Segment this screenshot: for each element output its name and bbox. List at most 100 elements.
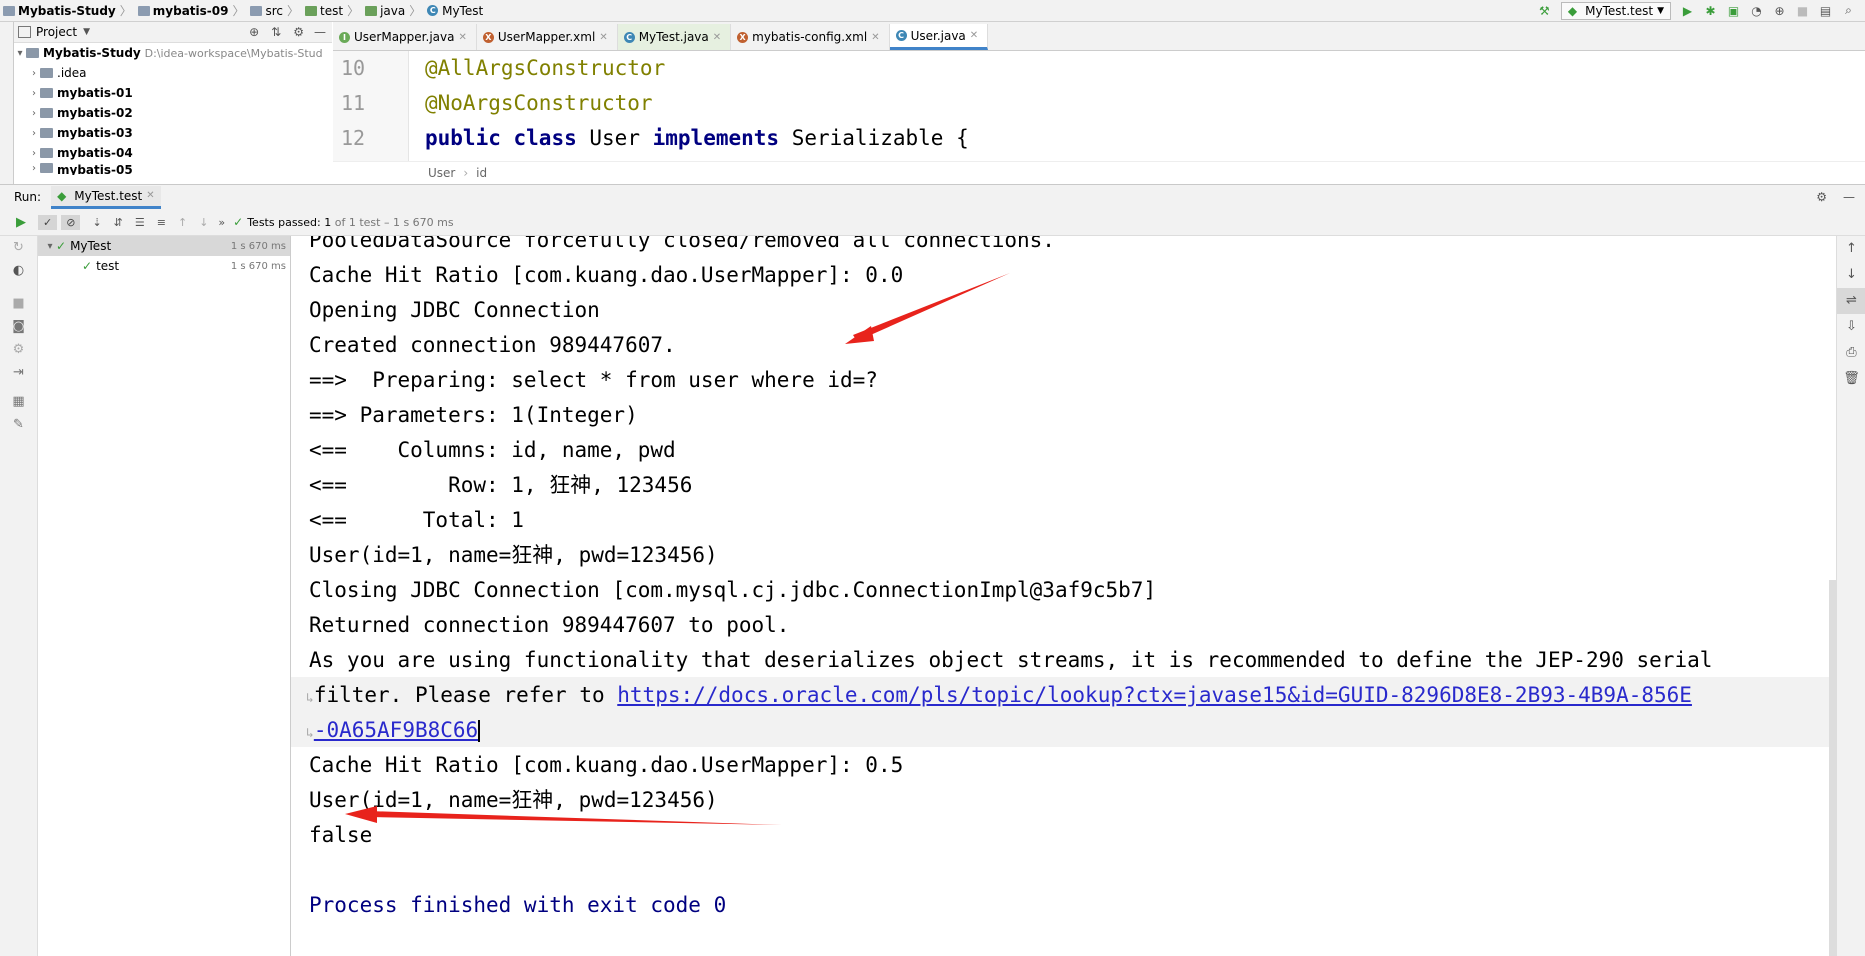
line-number: 11 bbox=[341, 91, 366, 115]
chevron-right-icon: › bbox=[32, 87, 36, 99]
breadcrumb-item[interactable]: test 〉 bbox=[302, 2, 362, 19]
project-view-selector[interactable]: Project bbox=[36, 25, 77, 39]
tree-item[interactable]: › mybatis-04 bbox=[14, 143, 332, 163]
coverage-icon[interactable]: ▣ bbox=[1727, 4, 1740, 18]
run-config-icon: ◆ bbox=[1567, 3, 1578, 18]
console-scrollbar[interactable] bbox=[1829, 580, 1836, 956]
tree-item[interactable]: › mybatis-05 bbox=[14, 163, 332, 175]
scroll-down-icon[interactable]: ↓ bbox=[1837, 262, 1865, 288]
tab-usermapper-xml[interactable]: X UserMapper.xml ✕ bbox=[477, 24, 618, 50]
close-icon[interactable]: ✕ bbox=[871, 32, 879, 43]
tab-user-java[interactable]: C User.java ✕ bbox=[889, 24, 989, 50]
clear-all-icon[interactable]: 🗑 bbox=[1837, 366, 1865, 392]
hide-panel-icon[interactable]: — bbox=[314, 25, 326, 39]
module-folder-icon bbox=[40, 88, 53, 98]
pin-icon[interactable]: ✎ bbox=[0, 417, 37, 432]
rerun-failed-icon[interactable]: ↻ bbox=[0, 240, 37, 255]
module-folder-icon bbox=[40, 128, 53, 138]
line-number: 12 bbox=[341, 126, 366, 150]
more-icon[interactable]: » bbox=[218, 216, 225, 229]
soft-wrap-icon[interactable]: ⇌ bbox=[1837, 288, 1865, 314]
previous-failed-icon[interactable]: ↑ bbox=[178, 216, 187, 229]
close-icon[interactable]: ✕ bbox=[146, 190, 154, 201]
search-icon[interactable]: ⌕ bbox=[1842, 3, 1855, 17]
run-configuration-select[interactable]: ◆ MyTest.test ▼ bbox=[1560, 1, 1671, 20]
run-panel-header: Run: ◆ MyTest.test ✕ ⚙ — bbox=[0, 184, 1865, 210]
passed-icon: ✓ bbox=[56, 239, 67, 253]
run-tab[interactable]: ◆ MyTest.test ✕ bbox=[51, 185, 161, 209]
tree-item[interactable]: › .idea bbox=[14, 63, 332, 83]
settings-gear-icon[interactable]: ⚙ bbox=[0, 342, 37, 357]
interface-icon: I bbox=[339, 31, 350, 43]
close-icon[interactable]: ✕ bbox=[599, 32, 607, 43]
annotation-arrows bbox=[345, 273, 1010, 825]
attach-icon[interactable]: ⊕ bbox=[1773, 4, 1786, 18]
locate-icon[interactable]: ⊕ bbox=[249, 25, 259, 39]
collapse-all-icon[interactable]: ≡ bbox=[157, 216, 166, 229]
profile-icon[interactable]: ◔ bbox=[1750, 4, 1763, 18]
scroll-to-end-icon[interactable]: ⇩ bbox=[1837, 314, 1865, 340]
code-line: @NoArgsConstructor bbox=[425, 91, 653, 115]
settings-gear-icon[interactable]: ⚙ bbox=[1816, 190, 1827, 204]
collapse-icon[interactable]: ⇅ bbox=[271, 25, 281, 39]
sort-alpha-icon[interactable]: ⇣ bbox=[92, 216, 101, 229]
console-side-toolbar: ↑ ↓ ⇌ ⇩ ⎙ 🗑 bbox=[1836, 236, 1865, 956]
close-icon[interactable]: ✕ bbox=[713, 32, 721, 43]
tree-root[interactable]: ▾ Mybatis-Study D:\idea-workspace\Mybatis… bbox=[14, 43, 332, 63]
breadcrumb-item[interactable]: java 〉 bbox=[362, 2, 424, 19]
breadcrumb-item[interactable]: mybatis-09 〉 bbox=[135, 2, 248, 19]
expand-all-icon[interactable]: ☰ bbox=[135, 216, 145, 229]
tree-item[interactable]: › mybatis-01 bbox=[14, 83, 332, 103]
camera-icon[interactable]: ◙ bbox=[0, 319, 37, 334]
class-icon: C bbox=[895, 30, 907, 41]
tab-mybatis-config-xml[interactable]: Xmybatis-config.xml ✕ bbox=[731, 24, 890, 50]
build-hammer-icon[interactable]: ⚒ bbox=[1538, 4, 1551, 18]
next-failed-icon[interactable]: ↓ bbox=[199, 216, 208, 229]
print-icon[interactable]: ⎙ bbox=[1837, 340, 1865, 366]
show-ignored-icon[interactable]: ⊘ bbox=[61, 214, 81, 230]
chevron-right-icon: › bbox=[32, 163, 36, 174]
breadcrumb-item[interactable]: src 〉 bbox=[247, 2, 302, 19]
stop-icon[interactable]: ■ bbox=[0, 296, 37, 311]
run-panel-label: Run: bbox=[14, 190, 42, 204]
tree-item[interactable]: › mybatis-02 bbox=[14, 103, 332, 123]
console-output[interactable]: PooledDataSource forcefully closed/remov… bbox=[291, 236, 1836, 956]
project-structure-icon[interactable]: ▤ bbox=[1819, 4, 1832, 18]
editor-crumb[interactable]: id bbox=[476, 166, 487, 180]
chevron-down-icon[interactable]: ▼ bbox=[83, 27, 90, 37]
class-icon: C bbox=[623, 31, 635, 43]
test-suite-row[interactable]: ▾ ✓ MyTest 1 s 670 ms bbox=[38, 236, 290, 256]
close-icon[interactable]: ✕ bbox=[970, 30, 978, 41]
sort-duration-icon[interactable]: ⇵ bbox=[114, 216, 123, 229]
folder-icon bbox=[250, 5, 263, 16]
editor-crumb[interactable]: User bbox=[428, 166, 455, 180]
tab-usermapper-java[interactable]: I UserMapper.java ✕ bbox=[333, 24, 477, 50]
run-icon[interactable]: ▶ bbox=[1681, 4, 1694, 18]
tab-mytest-java[interactable]: C MyTest.java ✕ bbox=[617, 24, 732, 50]
toolbar-right: ⚒ ◆ MyTest.test ▼ ▶ ✱ ▣ ◔ ⊕ ■ ▤ ⌕ bbox=[1538, 0, 1865, 21]
import-icon[interactable]: ⇥ bbox=[0, 365, 37, 380]
scroll-up-icon[interactable]: ↑ bbox=[1837, 236, 1865, 262]
breadcrumb-item[interactable]: Mybatis-Study 〉 bbox=[0, 2, 135, 19]
tree-item[interactable]: › mybatis-03 bbox=[14, 123, 332, 143]
close-icon[interactable]: ✕ bbox=[458, 32, 466, 43]
annotation-arrow bbox=[845, 273, 1010, 344]
layout-icon[interactable]: ▦ bbox=[0, 394, 37, 409]
tests-passed-label: Tests passed: 1 of 1 test – 1 s 670 ms bbox=[247, 215, 454, 229]
show-passed-icon[interactable]: ✓ bbox=[38, 214, 58, 230]
stop-icon[interactable]: ■ bbox=[1796, 4, 1809, 18]
folder-icon bbox=[40, 68, 53, 78]
editor-tabs: I UserMapper.java ✕ X UserMapper.xml ✕ C MyTe… bbox=[333, 22, 1865, 51]
annotation-arrow bbox=[345, 806, 782, 825]
hide-panel-icon[interactable]: — bbox=[1843, 190, 1855, 204]
test-case-row[interactable]: ✓ test 1 s 670 ms bbox=[38, 256, 290, 276]
debug-icon[interactable]: ✱ bbox=[1704, 4, 1717, 18]
breadcrumb-item[interactable]: C MyTest bbox=[424, 4, 483, 18]
test-results-tree: ▾ ✓ MyTest 1 s 670 ms ✓ test 1 s 670 ms bbox=[38, 236, 291, 956]
project-view-icon bbox=[18, 26, 31, 38]
rerun-icon[interactable]: ▶ bbox=[16, 215, 26, 230]
toggle-autotest-icon[interactable]: ◐ bbox=[0, 263, 37, 278]
passed-icon: ✓ bbox=[82, 259, 93, 273]
project-tree: ▾ Mybatis-Study D:\idea-workspace\Mybatis… bbox=[14, 43, 332, 183]
settings-gear-icon[interactable]: ⚙ bbox=[293, 25, 304, 39]
